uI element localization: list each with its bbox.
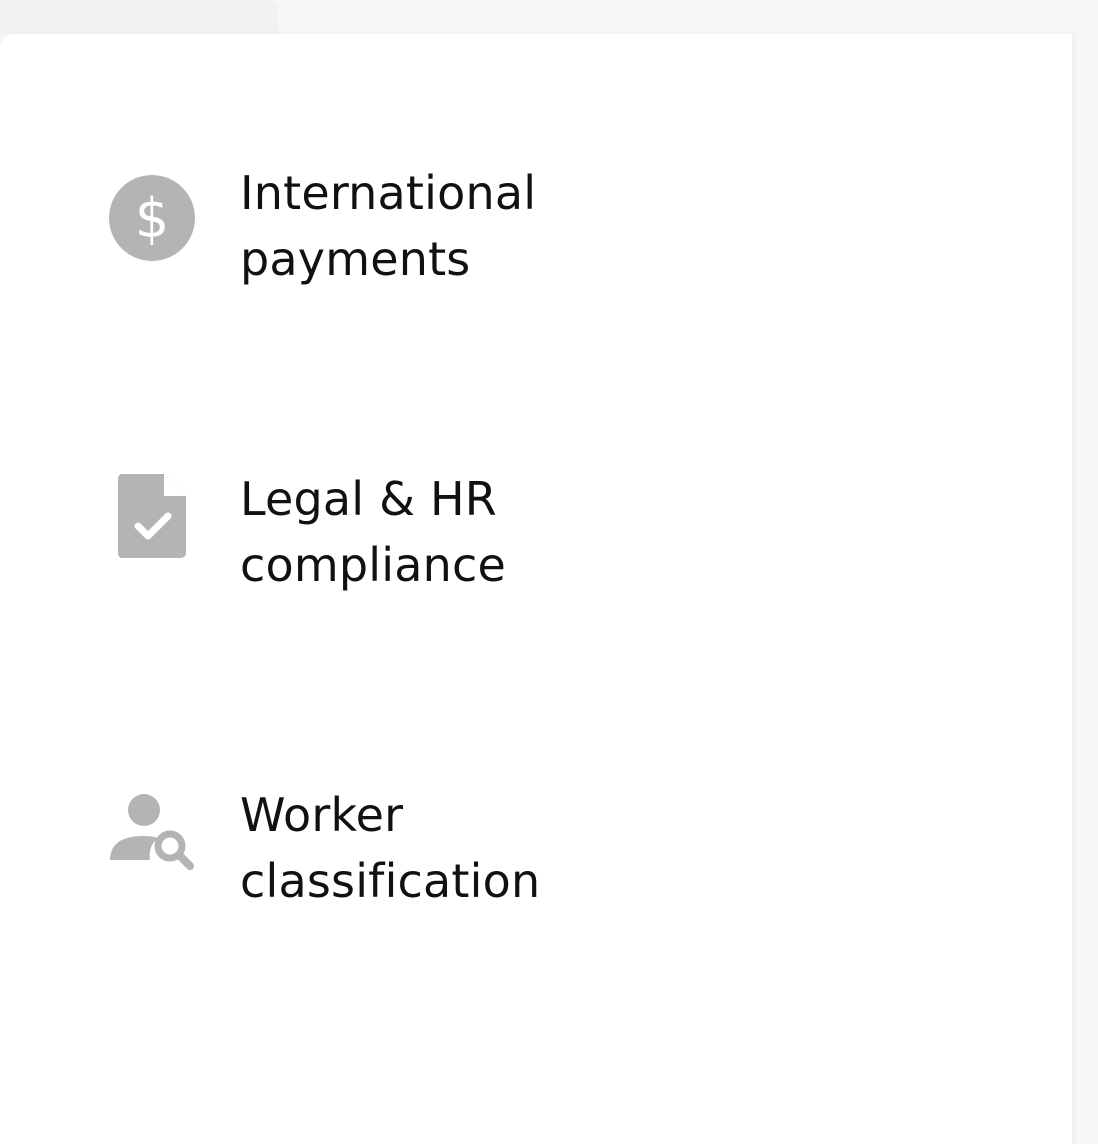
feature-label: Legal & HR compliance	[240, 466, 506, 598]
feature-label: Worker classification	[240, 782, 540, 914]
feature-label-line2: payments	[240, 232, 471, 286]
feature-legal-hr-compliance: Legal & HR compliance	[0, 466, 900, 596]
feature-label-line2: compliance	[240, 538, 506, 592]
document-check-icon	[114, 472, 190, 560]
feature-label: International payments	[240, 160, 536, 292]
feature-label-line1: Worker	[240, 788, 404, 842]
feature-international-payments: $ International payments	[0, 160, 900, 290]
background-tab	[0, 0, 278, 34]
feature-label-line1: International	[240, 166, 537, 220]
dollar-circle-icon: $	[108, 174, 198, 264]
feature-worker-classification: Worker classification	[0, 782, 900, 912]
person-search-icon	[108, 790, 196, 870]
feature-label-line2: classification	[240, 854, 541, 908]
features-card: $ International payments Legal & HR comp…	[0, 34, 1072, 1144]
svg-text:$: $	[135, 187, 169, 250]
feature-label-line1: Legal & HR	[240, 472, 497, 526]
